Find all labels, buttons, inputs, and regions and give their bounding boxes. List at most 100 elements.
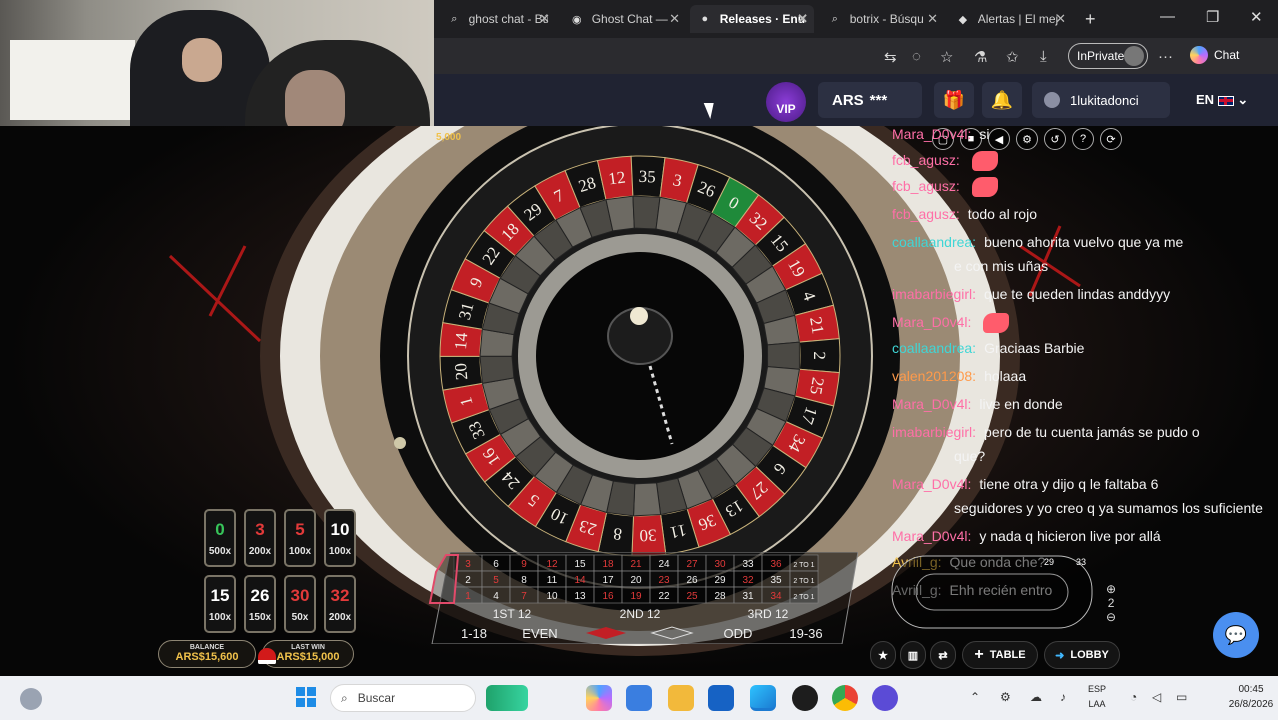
translate-icon[interactable]: ⇆ xyxy=(884,48,897,66)
outside-bet-label[interactable]: 1-18 xyxy=(461,626,487,641)
chat-username[interactable]: Mara_D0v4l: xyxy=(892,528,971,544)
user-button[interactable]: 1lukitadonci xyxy=(1032,82,1170,118)
chat-username[interactable]: Mara_D0v4l: xyxy=(892,126,971,142)
tray-mic-icon[interactable]: ♪ xyxy=(1060,690,1066,704)
table-number: 33 xyxy=(742,559,754,570)
chat-username[interactable]: coallaandrea: xyxy=(892,234,976,250)
chat-username[interactable]: valen201208: xyxy=(892,368,976,384)
svg-text:33: 33 xyxy=(1076,557,1086,567)
zoom-out-icon[interactable]: ⊖ xyxy=(1106,610,1116,624)
outside-bet-label[interactable]: 19-36 xyxy=(789,626,822,641)
tab-2[interactable]: ◉ Ghost Chat — ✕ xyxy=(562,5,686,33)
tab-3[interactable]: ● Releases · Enub ✕ xyxy=(690,5,814,33)
edge-icon[interactable] xyxy=(750,685,776,711)
chat-username[interactable]: imabarbiegirl: xyxy=(892,424,976,440)
favorite-star-icon[interactable]: ☆ xyxy=(940,48,953,66)
widgets-icon[interactable] xyxy=(20,688,42,710)
history-multiplier: 100x xyxy=(288,545,312,557)
chat-username[interactable]: fcb_agusz: xyxy=(892,178,960,194)
chat-username[interactable]: fcb_agusz: xyxy=(892,206,960,222)
close-icon[interactable]: ✕ xyxy=(1055,11,1066,27)
undo-button[interactable]: ⇄ xyxy=(930,641,956,669)
chat-text: live en donde xyxy=(979,396,1063,412)
tab-5[interactable]: ◆ Alertas | El mej ✕ xyxy=(948,5,1072,33)
chevron-up-icon[interactable]: ⌃ xyxy=(970,690,980,704)
favorites-button[interactable]: ★ xyxy=(870,641,896,669)
battery-icon[interactable]: ▭ xyxy=(1176,690,1187,704)
dozen-label[interactable]: 1ST 12 xyxy=(493,607,532,621)
wheel-slot xyxy=(767,341,800,370)
tray-sync-icon[interactable]: ☁ xyxy=(1030,690,1042,704)
windows-start-icon[interactable] xyxy=(296,687,316,707)
wheel-number: 14 xyxy=(451,331,471,350)
maximize-icon[interactable]: ❐ xyxy=(1206,8,1219,26)
chat-username[interactable]: fcb_agusz: xyxy=(892,152,960,168)
notifications-button[interactable]: 🔔 xyxy=(982,82,1022,118)
minimize-icon[interactable]: — xyxy=(1160,8,1175,25)
chrome-icon[interactable] xyxy=(832,685,858,711)
support-chat-button[interactable]: 💬 xyxy=(1213,612,1259,658)
mini-racetrack[interactable]: 33 29 xyxy=(888,552,1120,632)
close-icon[interactable]: ✕ xyxy=(927,11,938,27)
betting-table[interactable]: 3 6 9 12 15 18 21 24 27 30 33 36 2 TO 12 5 8 11 14 17 20 23… xyxy=(428,552,858,644)
dozen-label[interactable]: 3RD 12 xyxy=(748,607,789,621)
chat-username[interactable]: Mara_D0v4l: xyxy=(892,314,971,330)
tracking-icon[interactable]: ◌ xyxy=(912,48,921,65)
table-number: 16 xyxy=(602,591,614,602)
tab-1[interactable]: ⌕ ghost chat - Bú ✕ xyxy=(440,5,556,33)
wheel-number: 20 xyxy=(451,362,471,381)
currency-balance[interactable]: ARS *** xyxy=(818,82,922,118)
chat-username[interactable]: imabarbiegirl: xyxy=(892,286,976,302)
statistics-button[interactable]: ▥ xyxy=(900,641,926,669)
file-explorer-icon[interactable] xyxy=(668,685,694,711)
outside-bet-label[interactable]: ODD xyxy=(724,626,753,641)
chat-username[interactable]: Mara_D0v4l: xyxy=(892,476,971,492)
close-icon[interactable]: ✕ xyxy=(797,11,808,27)
dozen-label[interactable]: 2ND 12 xyxy=(620,607,661,621)
input-language[interactable]: ESP LAA xyxy=(1088,682,1106,712)
chat-username[interactable]: coallaandrea: xyxy=(892,340,976,356)
chat-text: y nada q hicieron live por allá xyxy=(979,528,1161,544)
close-icon[interactable]: ✕ xyxy=(669,11,680,27)
language-selector[interactable]: EN ⌄ xyxy=(1196,92,1248,108)
zoom-controls[interactable]: ⊕ 2 ⊖ xyxy=(1106,582,1116,624)
vip-badge[interactable]: VIP xyxy=(766,82,806,122)
zoom-in-icon[interactable]: ⊕ xyxy=(1106,582,1116,596)
currency-label: ARS xyxy=(832,91,864,109)
app-icon-dark[interactable] xyxy=(792,685,818,711)
copilot-chat-button[interactable]: Chat xyxy=(1190,46,1239,64)
tab-4[interactable]: ⌕ botrix - Búsqu ✕ xyxy=(820,5,944,33)
zero-cell[interactable] xyxy=(428,554,460,604)
outside-bet-label[interactable]: EVEN xyxy=(522,626,557,641)
store-app-icon[interactable] xyxy=(626,685,652,711)
repeat-icon: ⇄ xyxy=(938,649,948,662)
inprivate-badge[interactable]: InPrivate xyxy=(1068,43,1148,69)
favorites-icon[interactable]: ✩ xyxy=(1006,48,1019,66)
close-window-icon[interactable]: ✕ xyxy=(1250,8,1263,26)
more-menu-icon[interactable]: ··· xyxy=(1158,48,1173,65)
table-number: 32 xyxy=(742,575,754,586)
search-placeholder: Buscar xyxy=(357,691,396,705)
game-app-icon[interactable] xyxy=(486,685,528,711)
wifi-icon[interactable]: ◔ xyxy=(1130,690,1137,704)
extensions-icon[interactable]: ⚗ xyxy=(974,48,987,66)
wheel-number: 35 xyxy=(638,167,656,187)
tray-app-icon[interactable]: ⚙ xyxy=(1000,690,1011,704)
volume-icon[interactable]: ◁ xyxy=(1152,690,1161,704)
gift-button[interactable]: 🎁 xyxy=(934,82,974,118)
close-icon[interactable]: ✕ xyxy=(539,11,550,27)
copilot-icon xyxy=(1190,46,1208,64)
clock[interactable]: 00:45 26/8/2026 xyxy=(1224,682,1278,712)
copilot-app-icon[interactable] xyxy=(586,685,612,711)
chat-app-icon[interactable] xyxy=(872,685,898,711)
new-tab-button[interactable]: + xyxy=(1085,9,1096,30)
chat-text: tiene otra y dijo q le faltaba 6 xyxy=(979,476,1159,492)
taskbar-search[interactable]: ⌕ Buscar xyxy=(330,684,476,712)
chevron-down-icon: ⌄ xyxy=(1237,92,1249,107)
outlook-icon[interactable] xyxy=(708,685,734,711)
add-table-button[interactable]: + TABLE xyxy=(962,641,1038,669)
balance-value: ARS$15,600 xyxy=(175,651,239,663)
download-icon[interactable]: ⤓ xyxy=(1040,48,1047,65)
lobby-button[interactable]: ➜ LOBBY xyxy=(1044,641,1120,669)
chat-username[interactable]: Mara_D0v4l: xyxy=(892,396,971,412)
